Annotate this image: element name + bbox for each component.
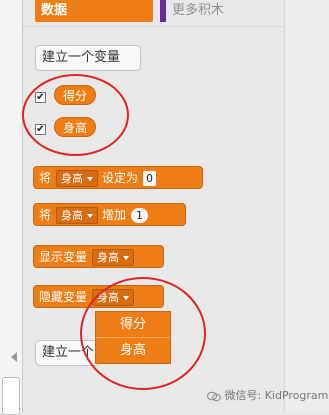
set-variable-name: 身高 [61,172,84,185]
set-variable-dropdown[interactable]: 身高 [56,170,99,187]
category-data[interactable]: 数据 [35,0,153,22]
chevron-down-icon [87,214,94,218]
watermark-text: 微信号: KidProgram [224,389,329,402]
left-pane-control[interactable] [2,377,20,415]
watermark: 微信号: KidProgram [207,387,328,403]
change-suffix: 增加 [102,208,127,222]
change-variable-block[interactable]: 将身高 增加 1 [33,203,186,226]
make-variable-button[interactable]: 建立一个变量 [35,45,141,71]
change-variable-name: 身高 [61,209,84,222]
annotation-circle-variables [22,74,129,156]
category-divider [23,26,284,27]
collapse-arrow-icon[interactable] [11,352,17,362]
change-prefix: 将 [39,208,52,222]
change-variable-dropdown[interactable]: 身高 [56,207,99,224]
chevron-down-icon [123,256,130,260]
wechat-icon [207,391,221,401]
category-more-blocks[interactable]: 更多积木 [172,0,224,22]
show-variable-dropdown[interactable]: 身高 [92,249,135,266]
hide-prefix: 隐藏变量 [39,290,88,304]
set-prefix: 将 [39,171,52,185]
set-value-input[interactable]: 0 [143,171,157,186]
show-prefix: 显示变量 [39,250,88,264]
change-value-input[interactable]: 1 [131,208,149,223]
show-variable-name: 身高 [97,251,120,264]
show-variable-block[interactable]: 显示变量 身高 [33,245,164,268]
set-variable-block[interactable]: 将身高 设定为 0 [33,166,203,189]
chevron-down-icon [87,177,94,181]
set-suffix: 设定为 [102,171,139,185]
annotation-circle-dropdown [80,277,206,390]
more-blocks-color-bar [160,0,166,22]
palette-scrollbar[interactable] [284,0,329,413]
